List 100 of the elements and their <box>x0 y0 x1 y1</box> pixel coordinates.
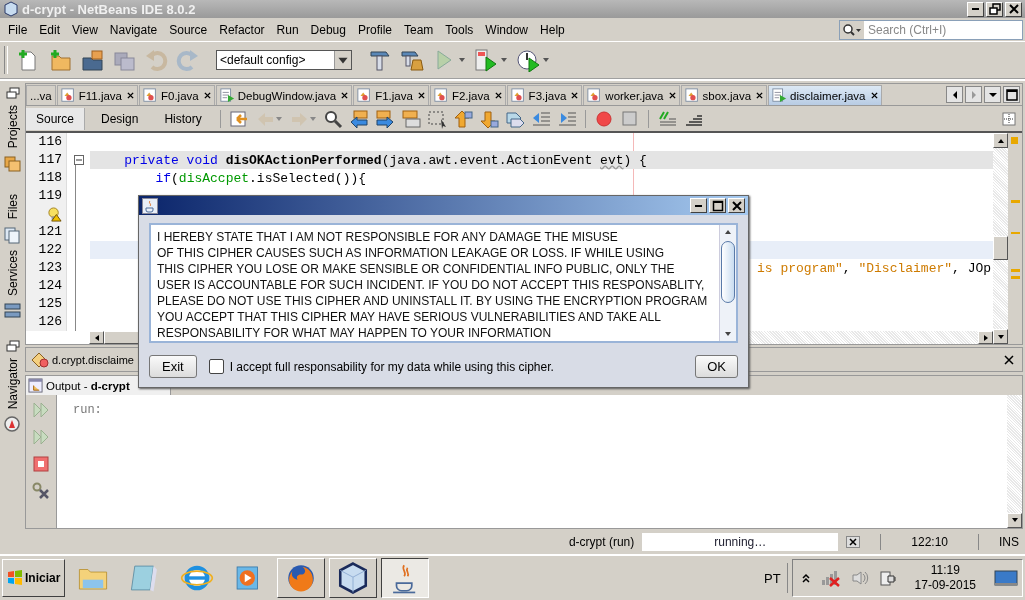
debug-icon[interactable] <box>474 48 498 72</box>
close-icon[interactable] <box>341 92 349 99</box>
jump-back-icon[interactable] <box>228 108 249 129</box>
warning-marker[interactable] <box>1011 269 1020 272</box>
scroll-down-button[interactable] <box>993 329 1008 344</box>
editor-tab[interactable]: ...va <box>26 85 56 105</box>
editor-tab[interactable]: disclaimer.java <box>768 85 882 105</box>
up-arrow-icon[interactable] <box>452 108 473 129</box>
folder-icon[interactable] <box>80 48 104 72</box>
warning-marker[interactable] <box>1011 276 1020 279</box>
split-icon[interactable] <box>1002 111 1016 126</box>
selection-icon[interactable] <box>426 108 447 129</box>
menu-item[interactable]: Refactor <box>213 22 271 37</box>
menu-item[interactable]: View <box>66 22 104 37</box>
close-icon[interactable] <box>756 92 764 99</box>
minimize-button[interactable] <box>690 198 707 213</box>
editor-tab[interactable]: F3.java <box>506 85 583 105</box>
find-previous-icon[interactable] <box>348 108 369 129</box>
view-tab[interactable]: History <box>154 107 212 130</box>
settings-icon[interactable] <box>32 482 50 501</box>
network-error-icon[interactable] <box>820 569 841 587</box>
find-next-icon[interactable] <box>374 108 395 129</box>
stop-icon[interactable] <box>32 455 50 474</box>
menu-item[interactable]: Run <box>270 22 305 37</box>
window-icon[interactable] <box>5 87 20 99</box>
files-icon[interactable] <box>4 225 21 244</box>
power-plug-icon[interactable] <box>878 569 897 587</box>
close-button[interactable] <box>1005 1 1022 17</box>
scroll-up-button[interactable] <box>993 133 1008 148</box>
close-icon[interactable] <box>494 92 502 99</box>
caret-marker[interactable] <box>1011 232 1020 234</box>
accept-checkbox[interactable] <box>208 359 224 374</box>
navigator-title[interactable]: d.crypt.disclaime <box>52 353 134 366</box>
lightbulb-warning-icon[interactable] <box>47 206 62 222</box>
view-tab[interactable]: Design <box>91 107 149 130</box>
hammer-broom-icon[interactable] <box>400 48 424 72</box>
menu-item[interactable]: Navigate <box>103 22 164 37</box>
editor-tab[interactable]: F11.java <box>56 85 138 105</box>
window-icon[interactable] <box>5 339 20 352</box>
maximize-button[interactable] <box>1003 86 1020 103</box>
close-icon[interactable] <box>870 92 878 99</box>
menu-item[interactable]: Help <box>534 22 571 37</box>
menu-item[interactable]: File <box>2 22 34 37</box>
close-icon[interactable] <box>1004 354 1014 365</box>
editor-tab[interactable]: F0.java <box>139 85 215 105</box>
highlight-icon[interactable] <box>400 108 421 129</box>
menu-item[interactable]: Debug <box>304 22 352 37</box>
compass-icon[interactable] <box>4 415 21 434</box>
editor-tab[interactable]: F1.java <box>353 85 429 105</box>
side-tab[interactable]: Files <box>5 192 20 222</box>
side-tab[interactable]: Services <box>5 247 20 298</box>
record-icon[interactable] <box>593 108 614 129</box>
menu-item[interactable]: Source <box>163 22 214 37</box>
close-icon[interactable] <box>417 92 425 99</box>
server-icon[interactable] <box>4 301 21 320</box>
menu-item[interactable]: Window <box>479 22 535 37</box>
config-dropdown[interactable]: <default config> <box>216 50 352 70</box>
caret-icon[interactable] <box>542 56 550 64</box>
editor-tab[interactable]: worker.java <box>583 85 680 105</box>
editor-tab[interactable]: DebugWindow.java <box>215 85 353 105</box>
clock-run-icon[interactable] <box>516 48 540 72</box>
show-desktop-icon[interactable] <box>994 569 1018 587</box>
dropdown-button[interactable] <box>984 86 1001 103</box>
editor-tab[interactable]: sbox.java <box>680 85 768 105</box>
editor-tab[interactable]: F2.java <box>429 85 506 105</box>
close-button[interactable] <box>728 198 745 213</box>
menu-item[interactable]: Tools <box>439 22 480 37</box>
cancel-icon[interactable] <box>846 536 861 549</box>
close-icon[interactable] <box>668 92 676 99</box>
checkbox-label[interactable]: I accept full responsability for my data while using this cipher. <box>229 359 554 374</box>
language-indicator[interactable]: PT <box>764 570 781 586</box>
close-icon[interactable] <box>203 92 211 99</box>
folders-icon[interactable] <box>4 154 21 173</box>
caret-icon[interactable] <box>458 56 466 64</box>
chevron-up-icon[interactable] <box>800 573 811 583</box>
scroll-left-button[interactable] <box>946 86 963 103</box>
side-tab[interactable]: Navigator <box>5 355 20 412</box>
view-tab[interactable]: Source <box>26 107 86 130</box>
scrollbar-thumb[interactable] <box>721 241 735 303</box>
clock-time[interactable]: 11:19 <box>930 563 960 578</box>
search-icon[interactable] <box>322 108 343 129</box>
taskbar-button[interactable] <box>381 558 430 598</box>
scroll-down-button[interactable] <box>1007 512 1022 528</box>
exit-button[interactable]: Exit <box>149 355 197 378</box>
start-button[interactable]: Iniciar <box>2 559 66 597</box>
collapse-icon[interactable] <box>73 155 84 165</box>
close-icon[interactable] <box>127 92 134 99</box>
caret-icon[interactable] <box>500 56 508 64</box>
menu-item[interactable]: Team <box>398 22 440 37</box>
menu-item[interactable]: Profile <box>352 22 398 37</box>
minimize-button[interactable] <box>967 1 984 17</box>
menu-item[interactable]: Edit <box>33 22 67 37</box>
status-marker[interactable] <box>1011 137 1018 144</box>
close-icon[interactable] <box>571 92 579 99</box>
restore-button[interactable] <box>986 1 1003 17</box>
clock-date[interactable]: 17-09-2015 <box>914 578 976 593</box>
side-tab[interactable]: Projects <box>5 103 20 151</box>
ok-button[interactable]: OK <box>695 355 738 378</box>
down-arrow-icon[interactable] <box>478 108 499 129</box>
warning-marker[interactable] <box>1011 200 1020 203</box>
